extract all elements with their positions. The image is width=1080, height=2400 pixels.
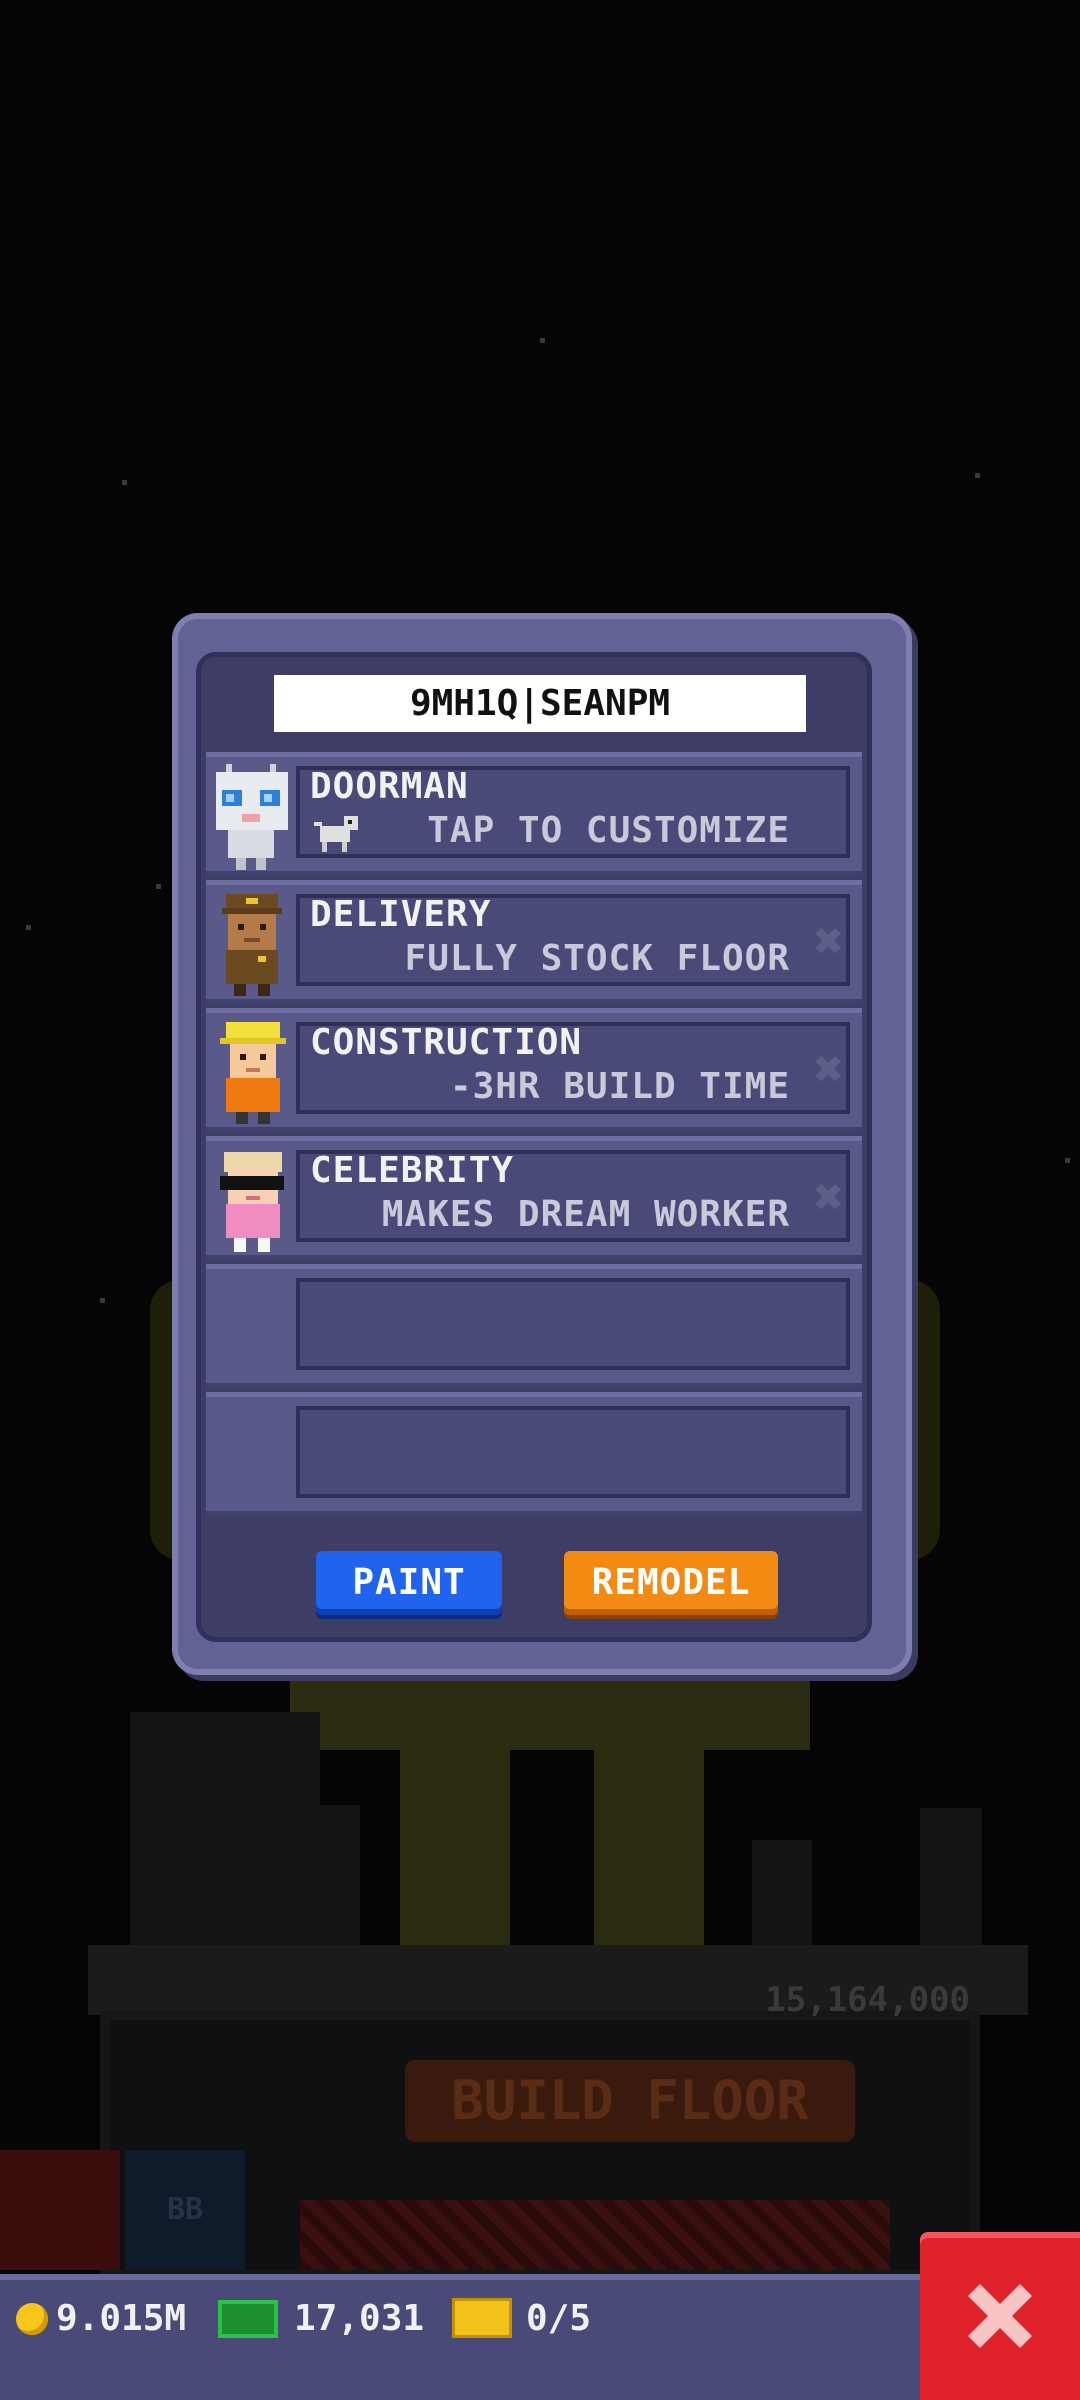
remodel-button[interactable]: REMODEL — [564, 1551, 778, 1615]
ticket-icon — [452, 2298, 512, 2338]
tower-name-field[interactable] — [274, 675, 806, 732]
floor-cost-label: 15,164,000 — [765, 1980, 970, 2020]
pet-cat-icon — [314, 816, 358, 852]
empty-slot-6[interactable] — [206, 1392, 862, 1516]
coin-icon — [16, 2303, 48, 2335]
doorman-title: DOORMAN — [310, 766, 469, 807]
remove-celebrity-icon[interactable]: ✖ — [814, 1172, 844, 1222]
build-floor-button: BUILD FLOOR — [405, 2060, 855, 2142]
bux-icon — [218, 2300, 278, 2338]
construction-worker-icon — [220, 1022, 286, 1124]
celebrity-slot[interactable]: CELEBRITY MAKES DREAM WORKER ✖ — [206, 1136, 862, 1260]
delivery-title: DELIVERY — [310, 894, 492, 935]
celebrity-title: CELEBRITY — [310, 1150, 515, 1191]
close-button[interactable] — [920, 2232, 1080, 2400]
delivery-subtitle: FULLY STOCK FLOOR — [404, 938, 790, 979]
empty-slot-5[interactable] — [206, 1264, 862, 1388]
remove-delivery-icon[interactable]: ✖ — [814, 916, 844, 966]
celebrity-subtitle: MAKES DREAM WORKER — [381, 1194, 790, 1235]
close-icon — [968, 2284, 1032, 2348]
ticket-count: 0/5 — [526, 2298, 592, 2339]
doorman-slot[interactable]: DOORMAN TAP TO CUSTOMIZE — [206, 752, 862, 876]
robot-doorman-icon — [216, 764, 288, 870]
construction-slot[interactable]: CONSTRUCTION -3HR BUILD TIME ✖ — [206, 1008, 862, 1132]
bb-button: BB — [125, 2150, 245, 2270]
empty-slot-panel — [296, 1406, 850, 1498]
empty-slot-panel — [296, 1278, 850, 1370]
delivery-slot[interactable]: DELIVERY FULLY STOCK FLOOR ✖ — [206, 880, 862, 1004]
elevator-button — [0, 2150, 120, 2270]
bux-count: 17,031 — [294, 2298, 425, 2339]
paint-button[interactable]: PAINT — [316, 1551, 502, 1615]
construction-subtitle: -3HR BUILD TIME — [449, 1066, 790, 1107]
remove-construction-icon[interactable]: ✖ — [814, 1044, 844, 1094]
construction-title: CONSTRUCTION — [310, 1022, 583, 1063]
delivery-worker-icon — [222, 894, 282, 996]
coin-count: 9.015M — [56, 2298, 187, 2339]
doorman-subtitle: TAP TO CUSTOMIZE — [427, 810, 790, 851]
celebrity-icon — [220, 1152, 284, 1252]
